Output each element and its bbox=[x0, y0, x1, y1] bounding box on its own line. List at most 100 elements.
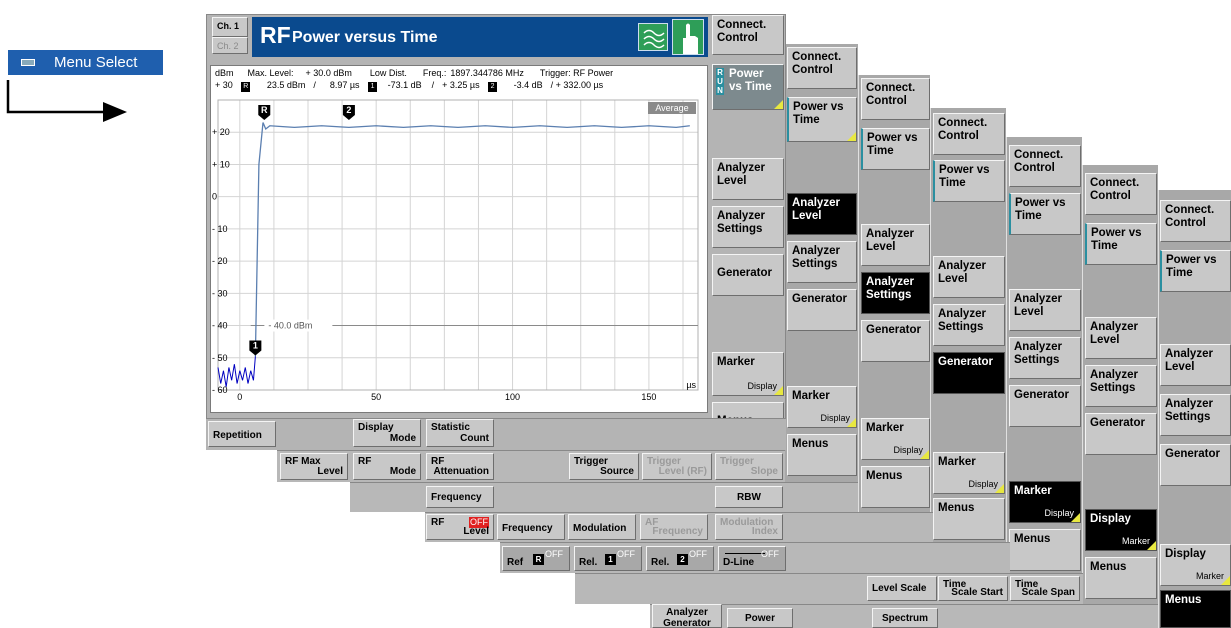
analyzer-level-button[interactable]: Analyzer Level bbox=[712, 158, 784, 200]
col5-analyzer-settings[interactable]: Analyzer Settings bbox=[1009, 337, 1081, 379]
rf-max-level-key[interactable]: RF Max Level bbox=[280, 453, 348, 480]
rf-attenuation-key[interactable]: RF Attenuation bbox=[426, 453, 494, 480]
col3-connect-control[interactable]: Connect. Control bbox=[861, 78, 930, 120]
col5-menus[interactable]: Menus bbox=[1009, 529, 1081, 571]
col5-power-vs-time[interactable]: Power vs Time bbox=[1009, 193, 1081, 235]
col2-menus[interactable]: Menus bbox=[787, 434, 857, 476]
col7-analyzer-settings[interactable]: Analyzer Settings bbox=[1160, 394, 1231, 436]
col3-analyzer-settings[interactable]: Analyzer Settings bbox=[861, 272, 930, 314]
title-bar: RF Power versus Time bbox=[252, 17, 708, 57]
col6-analyzer-level[interactable]: Analyzer Level bbox=[1085, 317, 1157, 359]
softkey-bar-1 bbox=[206, 418, 786, 450]
d-line-key[interactable]: D-Line OFF bbox=[718, 546, 786, 571]
analyzer-settings-button[interactable]: Analyzer Settings bbox=[712, 206, 784, 248]
marker-R-label: R bbox=[261, 105, 268, 115]
col2-marker[interactable]: Marker Display bbox=[787, 386, 857, 428]
readout-row-2: + 30 R 23.5 dBm/8.97 µs 1 -73.1 dB / + 3.2… bbox=[215, 80, 604, 92]
rbw-key[interactable]: RBW bbox=[715, 486, 783, 508]
time-scale-start-key[interactable]: Time Scale Start bbox=[938, 576, 1008, 601]
menu-select-badge: Menu Select bbox=[8, 50, 163, 75]
title-rf: RF bbox=[260, 22, 291, 48]
col6-generator[interactable]: Generator bbox=[1085, 413, 1157, 455]
rf-level-key[interactable]: RF OFF Level bbox=[426, 514, 494, 540]
limit-line-label: - 40.0 dBm bbox=[268, 321, 312, 331]
col4-analyzer-level[interactable]: Analyzer Level bbox=[933, 256, 1005, 298]
col2-connect-control[interactable]: Connect. Control bbox=[787, 47, 857, 89]
col4-marker[interactable]: Marker Display bbox=[933, 452, 1005, 494]
af-frequency-key[interactable]: AF Frequency bbox=[640, 514, 708, 540]
trigger-source-key[interactable]: Trigger Source bbox=[569, 453, 639, 480]
time-scale-span-key[interactable]: Time Scale Span bbox=[1010, 576, 1080, 601]
generator-button[interactable]: Generator bbox=[712, 254, 784, 296]
trigger-slope-key[interactable]: Trigger Slope bbox=[715, 453, 783, 480]
col4-analyzer-settings[interactable]: Analyzer Settings bbox=[933, 304, 1005, 346]
col2-analyzer-settings[interactable]: Analyzer Settings bbox=[787, 241, 857, 283]
col3-power-vs-time[interactable]: Power vs Time bbox=[861, 128, 930, 170]
modulation-key[interactable]: Modulation bbox=[568, 514, 636, 540]
x-tick-label: 150 bbox=[641, 392, 656, 402]
col6-power-vs-time[interactable]: Power vs Time bbox=[1085, 223, 1157, 265]
statistic-count-key[interactable]: Statistic Count bbox=[426, 419, 494, 447]
modulation-index-key[interactable]: Modulation Index bbox=[715, 514, 783, 540]
col7-connect-control[interactable]: Connect. Control bbox=[1160, 200, 1231, 242]
col3-marker[interactable]: Marker Display bbox=[861, 418, 930, 460]
col4-power-vs-time[interactable]: Power vs Time bbox=[933, 160, 1005, 202]
readout-row-1: dBm Max. Level: + 30.0 dBm Low Dist. Freq.: 1… bbox=[215, 68, 614, 78]
col7-power-vs-time[interactable]: Power vs Time bbox=[1160, 250, 1231, 292]
marker-r-icon: R bbox=[533, 554, 544, 565]
display-mode-key[interactable]: Display Mode bbox=[353, 419, 421, 447]
level-scale-key[interactable]: Level Scale bbox=[867, 576, 937, 601]
col4-connect-control[interactable]: Connect. Control bbox=[933, 113, 1005, 155]
col7-analyzer-level[interactable]: Analyzer Level bbox=[1160, 344, 1231, 386]
col6-menus[interactable]: Menus bbox=[1085, 557, 1157, 599]
col2-analyzer-level[interactable]: Analyzer Level bbox=[787, 193, 857, 235]
ref-marker-key[interactable]: Ref R OFF bbox=[502, 546, 570, 571]
frequency-key[interactable]: Frequency bbox=[426, 486, 494, 508]
marker-display-button[interactable]: Marker Display bbox=[712, 352, 784, 396]
col5-marker[interactable]: Marker Display bbox=[1009, 481, 1081, 523]
col7-generator[interactable]: Generator bbox=[1160, 444, 1231, 486]
y-tick-label: - 10 bbox=[212, 224, 228, 234]
col5-connect-control[interactable]: Connect. Control bbox=[1009, 145, 1081, 187]
average-label: Average bbox=[655, 103, 688, 113]
ch2-tab[interactable]: Ch. 2 bbox=[212, 37, 248, 54]
signal-icon bbox=[638, 23, 668, 51]
col3-generator[interactable]: Generator bbox=[861, 320, 930, 362]
marker-2: 2 bbox=[342, 104, 355, 120]
col4-generator[interactable]: Generator bbox=[933, 352, 1005, 394]
col2-generator[interactable]: Generator bbox=[787, 289, 857, 331]
power-key[interactable]: Power bbox=[727, 608, 793, 628]
col4-menus[interactable]: Menus bbox=[933, 498, 1005, 540]
rf-mode-key[interactable]: RF Mode bbox=[353, 453, 421, 480]
col2-power-vs-time[interactable]: Power vs Time bbox=[787, 97, 857, 142]
hand-icon[interactable] bbox=[672, 19, 704, 55]
marker-2-label: 2 bbox=[346, 105, 351, 115]
repetition-key[interactable]: Repetition bbox=[208, 421, 276, 447]
col3-analyzer-level[interactable]: Analyzer Level bbox=[861, 224, 930, 266]
col6-display[interactable]: Display Marker bbox=[1085, 509, 1157, 551]
spectrum-key[interactable]: Spectrum bbox=[872, 608, 938, 628]
connect-control-button[interactable]: Connect. Control bbox=[712, 15, 784, 55]
y-tick-label: - 30 bbox=[212, 288, 228, 298]
marker-1-icon: 1 bbox=[368, 82, 378, 92]
y-tick-label: - 60 bbox=[212, 385, 228, 395]
power-vs-time-chart: + 20 + 10 0 - 10 - 20 - 30 - 40 - 50 - 60 0 50 100 1… bbox=[212, 99, 699, 402]
analyzer-generator-key[interactable]: Analyzer Generator bbox=[652, 604, 722, 628]
col7-menus[interactable]: Menus bbox=[1160, 590, 1231, 628]
col5-generator[interactable]: Generator bbox=[1009, 385, 1081, 427]
rel2-marker-key[interactable]: Rel. 2 OFF bbox=[646, 546, 714, 571]
col3-menus[interactable]: Menus bbox=[861, 466, 930, 508]
col7-display[interactable]: Display Marker bbox=[1160, 544, 1231, 586]
trigger-level-key[interactable]: Trigger Level (RF) bbox=[642, 453, 712, 480]
ch1-tab[interactable]: Ch. 1 bbox=[212, 17, 248, 37]
x-tick-label: 0 bbox=[237, 392, 242, 402]
col5-analyzer-level[interactable]: Analyzer Level bbox=[1009, 289, 1081, 331]
power-vs-time-button[interactable]: R U N Power vs Time bbox=[712, 64, 784, 110]
x-axis-unit: µs bbox=[686, 380, 696, 390]
frequency-key-2[interactable]: Frequency bbox=[497, 514, 565, 540]
rel1-marker-key[interactable]: Rel. 1 OFF bbox=[574, 546, 642, 571]
col6-analyzer-settings[interactable]: Analyzer Settings bbox=[1085, 365, 1157, 407]
x-tick-label: 50 bbox=[371, 392, 381, 402]
y-tick-label: - 20 bbox=[212, 256, 228, 266]
col6-connect-control[interactable]: Connect. Control bbox=[1085, 173, 1157, 215]
